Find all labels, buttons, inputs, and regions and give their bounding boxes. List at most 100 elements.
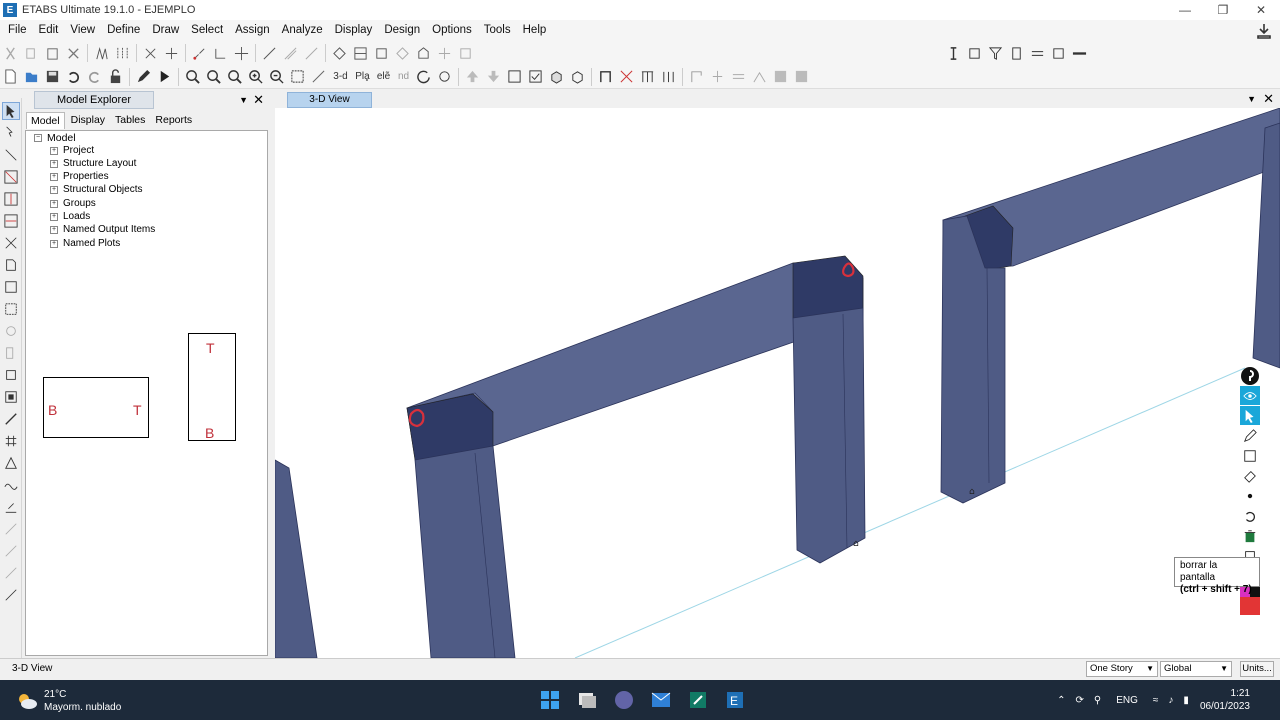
- view-3d-button[interactable]: 3-d: [331, 68, 351, 86]
- area-merge-icon[interactable]: [331, 44, 349, 62]
- battery-icon[interactable]: ▮: [1183, 695, 1189, 706]
- clock[interactable]: 1:21 06/01/2023: [1200, 687, 1250, 713]
- draw-ramp-icon[interactable]: [751, 68, 769, 86]
- zoom-default-icon[interactable]: [226, 68, 244, 86]
- replicate-icon[interactable]: [93, 44, 111, 62]
- trim-icon[interactable]: [282, 44, 300, 62]
- draw-wall-icon[interactable]: [688, 68, 706, 86]
- draw-floor-icon[interactable]: [709, 68, 727, 86]
- set-display-icon[interactable]: [527, 68, 545, 86]
- tab-model[interactable]: Model: [26, 112, 65, 129]
- dot-icon[interactable]: [1240, 486, 1260, 505]
- zoom-window-icon[interactable]: [184, 68, 202, 86]
- menu-draw[interactable]: Draw: [146, 20, 185, 41]
- zoom-restore-icon[interactable]: [205, 68, 223, 86]
- menu-options[interactable]: Options: [426, 20, 478, 41]
- elevation-view-button[interactable]: elẽ: [375, 68, 393, 86]
- chevron-up-icon[interactable]: ⌃: [1057, 695, 1065, 706]
- tree-item-loads[interactable]: + Loads: [50, 211, 90, 222]
- close-panel-icon[interactable]: ✕: [253, 92, 264, 108]
- teams-chat-icon[interactable]: [611, 687, 637, 713]
- draw-line-icon[interactable]: [2, 146, 20, 164]
- copy-icon[interactable]: [23, 44, 41, 62]
- draw-beam-icon[interactable]: [2, 212, 20, 230]
- tab-reports[interactable]: Reports: [151, 112, 196, 129]
- menu-display[interactable]: Display: [329, 20, 379, 41]
- eraser-icon[interactable]: [1240, 466, 1260, 485]
- cut-icon[interactable]: [2, 44, 20, 62]
- tree-item-properties[interactable]: + Properties: [50, 171, 109, 182]
- join-frames-icon[interactable]: [261, 44, 279, 62]
- select-pointer-icon[interactable]: [2, 102, 20, 120]
- draw-wall-area-icon[interactable]: [2, 322, 20, 340]
- move-up-icon[interactable]: [464, 68, 482, 86]
- draw-reference-plane-icon[interactable]: [2, 454, 20, 472]
- screen-draw-app-icon[interactable]: [685, 687, 711, 713]
- extend-icon[interactable]: [212, 44, 230, 62]
- rotate-3d-icon[interactable]: [415, 68, 433, 86]
- story-select[interactable]: One Story ▼: [1086, 661, 1158, 677]
- language-indicator[interactable]: ENG: [1116, 695, 1138, 706]
- filter-icon[interactable]: [987, 44, 1005, 62]
- menu-edit[interactable]: Edit: [33, 20, 65, 41]
- zoom-in-icon[interactable]: [247, 68, 265, 86]
- windows-start-icon[interactable]: [537, 687, 563, 713]
- draw-frame-icon[interactable]: [597, 68, 615, 86]
- close-icon[interactable]: ✕: [1242, 0, 1280, 20]
- tree-item-project[interactable]: + Project: [50, 145, 94, 156]
- line-style-icon[interactable]: [1071, 44, 1089, 62]
- draw-grid-icon[interactable]: [793, 68, 811, 86]
- draw-wall-label-icon[interactable]: [2, 520, 20, 538]
- area-divide-icon[interactable]: [352, 44, 370, 62]
- tree-item-structural-objects[interactable]: + Structural Objects: [50, 184, 142, 195]
- tree-item-groups[interactable]: + Groups: [50, 198, 96, 209]
- eye-icon[interactable]: [1240, 386, 1260, 405]
- draw-tendon-icon[interactable]: [2, 476, 20, 494]
- maximize-icon[interactable]: ❐: [1204, 0, 1242, 20]
- paste-icon[interactable]: [44, 44, 62, 62]
- menu-file[interactable]: File: [2, 20, 33, 41]
- lock-icon[interactable]: [107, 68, 125, 86]
- units-button[interactable]: Units...: [1240, 661, 1274, 677]
- draw-wall-stack-icon[interactable]: [2, 344, 20, 362]
- move-down-icon[interactable]: [485, 68, 503, 86]
- menu-assign[interactable]: Assign: [229, 20, 276, 41]
- pin-icon[interactable]: [1240, 366, 1260, 385]
- quick-draw-beams-icon[interactable]: [660, 68, 678, 86]
- move-icon[interactable]: [233, 44, 251, 62]
- nd-button[interactable]: nd: [396, 68, 412, 86]
- merge-icon[interactable]: [142, 44, 160, 62]
- align-points-icon[interactable]: [114, 44, 132, 62]
- model-3d-view[interactable]: 3-D View ▼ ✕ ⌂ ⌂: [275, 90, 1280, 658]
- quick-draw-columns-icon[interactable]: [639, 68, 657, 86]
- new-model-icon[interactable]: [2, 68, 20, 86]
- sync-icon[interactable]: ⟳: [1076, 695, 1084, 706]
- run-analysis-icon[interactable]: [156, 68, 174, 86]
- draw-pier-label-icon[interactable]: [2, 542, 20, 560]
- structural-canvas[interactable]: ⌂ ⌂: [275, 108, 1280, 658]
- beam-icon[interactable]: [1029, 44, 1047, 62]
- tree-item-named-output-items[interactable]: + Named Output Items: [50, 224, 155, 235]
- view-menu-icon[interactable]: ▼: [1247, 94, 1256, 104]
- draw-brace-icon[interactable]: [618, 68, 636, 86]
- area-edit-icon[interactable]: [457, 44, 475, 62]
- draw-section-cut-icon[interactable]: [2, 586, 20, 604]
- tab-tables[interactable]: Tables: [111, 112, 149, 129]
- wifi-icon[interactable]: ≈: [1153, 695, 1159, 706]
- menu-help[interactable]: Help: [517, 20, 553, 41]
- menu-analyze[interactable]: Analyze: [276, 20, 329, 41]
- section-icon[interactable]: [966, 44, 984, 62]
- rubber-band-icon[interactable]: [310, 68, 328, 86]
- divide-icon[interactable]: [163, 44, 181, 62]
- area-chamfer-icon[interactable]: [394, 44, 412, 62]
- menu-view[interactable]: View: [64, 20, 101, 41]
- speaker-icon[interactable]: ♪: [1168, 695, 1173, 706]
- draw-stair-icon[interactable]: [772, 68, 790, 86]
- clear-screen-icon[interactable]: [1240, 526, 1260, 545]
- perspective-icon[interactable]: [436, 68, 454, 86]
- tab-display[interactable]: Display: [67, 112, 109, 129]
- area-expand-icon[interactable]: [373, 44, 391, 62]
- draw-spandrel-label-icon[interactable]: [2, 564, 20, 582]
- menu-tools[interactable]: Tools: [478, 20, 517, 41]
- weather-widget[interactable]: 21°C Mayorm. nublado: [16, 688, 121, 714]
